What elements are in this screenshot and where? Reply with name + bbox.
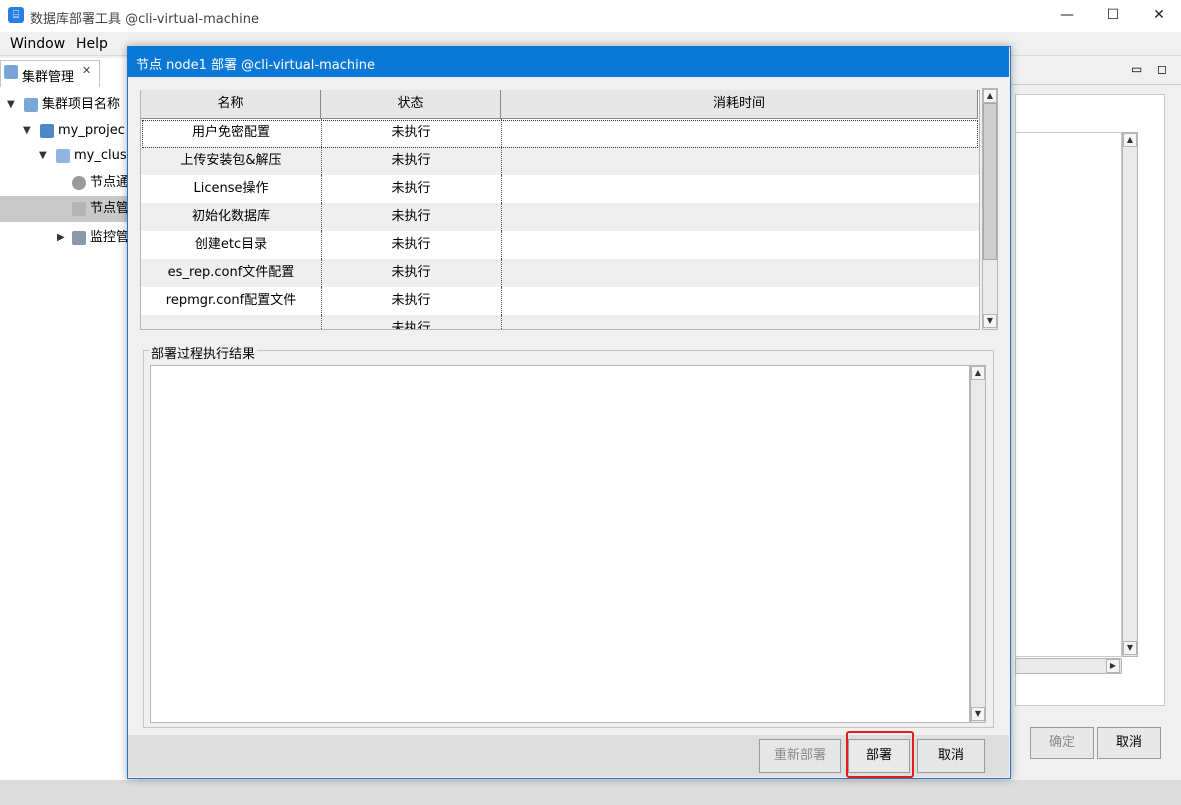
scroll-down-icon[interactable]: ▼ [983, 314, 997, 328]
tree-item-monitor-management[interactable]: ▶ 监控管 [0, 225, 140, 251]
cell-status: 未执行 [391, 153, 431, 168]
window-title: 数据库部署工具 @cli-virtual-machine [30, 12, 259, 27]
cluster-icon [24, 98, 38, 112]
right-vertical-scrollbar[interactable] [1122, 132, 1138, 657]
menu-window[interactable]: Window [10, 36, 65, 52]
cell-status: 未执行 [391, 237, 431, 252]
monitor-icon [72, 231, 86, 245]
background-cancel-button[interactable]: 取消 [1097, 727, 1161, 759]
tree-item-label: 节点通 [90, 175, 130, 190]
table-row[interactable]: 初始化数据库 未执行 [141, 203, 979, 231]
cell-name: License操作 [193, 181, 269, 196]
table-row[interactable]: es_rep.conf文件配置 未执行 [141, 259, 979, 287]
cell-status: 未执行 [391, 321, 431, 330]
cluster-icon [4, 65, 18, 79]
minimize-view-icon[interactable]: ▭ [1131, 62, 1142, 76]
table-row[interactable]: 上传安装包&解压 未执行 [141, 147, 979, 175]
selected-row-focus [142, 120, 978, 148]
cell-name: 初始化数据库 [191, 209, 270, 224]
table-row[interactable]: repmgr.conf配置文件 未执行 [141, 287, 979, 315]
gear-icon [72, 176, 86, 190]
project-icon [40, 124, 54, 138]
menu-help[interactable]: Help [76, 36, 108, 52]
scroll-up-icon[interactable]: ▲ [971, 366, 985, 380]
collapsed-arrow-icon[interactable]: ▶ [57, 225, 65, 251]
tree-item-cluster[interactable]: ▼ my_clus [0, 143, 140, 169]
tab-close-icon[interactable]: ✕ [82, 64, 91, 77]
app-icon: ⌸ [8, 7, 24, 23]
scroll-up-icon[interactable]: ▲ [1123, 133, 1137, 147]
tree-item-label: 监控管 [90, 230, 130, 245]
scroll-down-icon[interactable]: ▼ [1123, 641, 1137, 655]
tree-item-label: my_clus [74, 148, 127, 163]
result-output-area[interactable] [150, 365, 970, 723]
column-header-time[interactable]: 消耗时间 [501, 90, 978, 119]
table-row[interactable]: 创建etc目录 未执行 [141, 231, 979, 259]
tree-item-node-management[interactable]: 节点管 [0, 196, 140, 222]
expanded-arrow-icon[interactable]: ▼ [39, 143, 47, 169]
scroll-down-icon[interactable]: ▼ [971, 707, 985, 721]
deploy-button-highlight [846, 731, 914, 778]
cell-time [501, 287, 977, 315]
cell-status: 未执行 [391, 181, 431, 196]
tree-item-node-communication[interactable]: 节点通 [0, 170, 140, 196]
close-button[interactable]: ✕ [1136, 0, 1181, 32]
maximize-button[interactable]: ☐ [1090, 0, 1136, 32]
minimize-button[interactable]: — [1044, 0, 1090, 32]
database-icon [72, 202, 86, 216]
tree-item-label: 集群项目名称 [42, 97, 121, 112]
column-header-status[interactable]: 状态 [321, 90, 501, 119]
right-list [1015, 132, 1122, 657]
dialog-title: 节点 node1 部署 @cli-virtual-machine [136, 58, 375, 73]
cell-status: 未执行 [391, 209, 431, 224]
cluster-icon [56, 149, 70, 163]
scrollbar-thumb[interactable] [983, 103, 997, 260]
table-row[interactable]: License操作 未执行 [141, 175, 979, 203]
scroll-up-icon[interactable]: ▲ [983, 89, 997, 103]
cell-name: es_rep.conf文件配置 [167, 265, 295, 280]
maximize-view-icon[interactable]: ◻ [1157, 62, 1167, 76]
confirm-button[interactable]: 确定 [1030, 727, 1094, 759]
status-bar [0, 780, 1181, 805]
result-vertical-scrollbar[interactable] [970, 365, 986, 723]
tree-item-project-root[interactable]: ▼ 集群项目名称 [0, 92, 140, 118]
tree-item-label: my_projec [58, 123, 125, 138]
cell-name: repmgr.conf配置文件 [165, 293, 297, 308]
redeploy-button[interactable]: 重新部署 [759, 739, 841, 773]
cell-name: 创建etc目录 [194, 237, 268, 252]
expanded-arrow-icon[interactable]: ▼ [23, 118, 31, 144]
cell-time [501, 147, 977, 175]
tree-item-label: 节点管 [90, 201, 130, 216]
cell-time [501, 175, 977, 203]
tree-item-project[interactable]: ▼ my_projec [0, 118, 140, 144]
cell-status: 未执行 [391, 265, 431, 280]
cell-name: 上传安装包&解压 [180, 153, 282, 168]
tab-label: 集群管理 [22, 70, 75, 85]
cell-name [141, 315, 321, 329]
cell-status: 未执行 [391, 293, 431, 308]
expanded-arrow-icon[interactable]: ▼ [7, 92, 15, 118]
cell-time [501, 203, 977, 231]
cell-time [501, 231, 977, 259]
column-header-name[interactable]: 名称 [141, 90, 321, 119]
cancel-button[interactable]: 取消 [917, 739, 985, 773]
right-tab-bar [1010, 58, 1181, 85]
result-group-label: 部署过程执行结果 [149, 343, 258, 362]
cell-time [501, 315, 977, 329]
scroll-right-icon[interactable]: ▶ [1106, 659, 1120, 673]
table-row[interactable]: 未执行 [141, 315, 979, 330]
cell-time [501, 259, 977, 287]
